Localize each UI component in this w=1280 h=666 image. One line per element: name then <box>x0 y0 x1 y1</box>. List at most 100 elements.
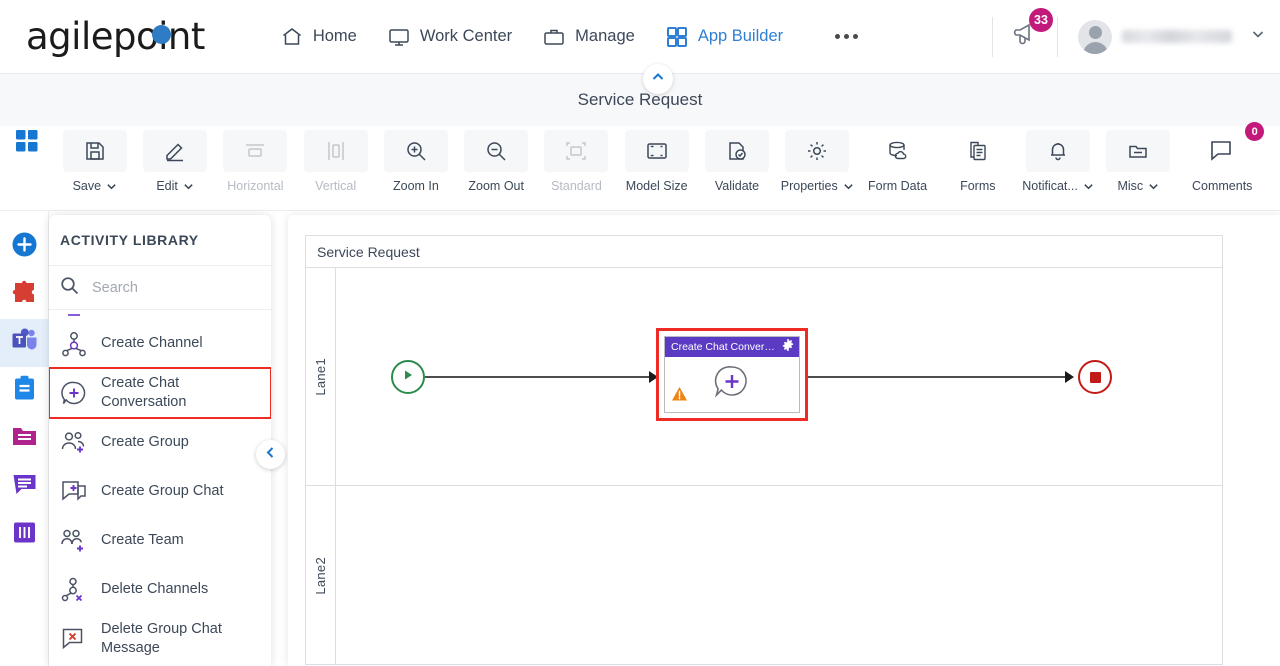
list-item-create-team[interactable]: Create Team <box>49 516 271 565</box>
zoom-out-icon <box>464 130 529 172</box>
toolbar-misc-button[interactable]: Misc <box>1098 126 1178 201</box>
lane-2[interactable]: Lane2 <box>306 486 1222 665</box>
lane-2-label-cell: Lane2 <box>306 486 336 665</box>
activity-create-chat-conversation[interactable]: Create Chat Conversa... <box>664 336 800 413</box>
logo-text: agilepoint <box>26 15 205 58</box>
toolbar-zoom-in-button[interactable]: Zoom In <box>376 126 456 201</box>
announcements-button[interactable]: 33 <box>1009 8 1053 54</box>
channel-delete-icon <box>60 576 88 604</box>
toolbar-comments-label: Comments <box>1192 179 1253 193</box>
toolbar-save-label: Save <box>72 179 102 193</box>
lane-1-body[interactable]: Create Chat Conversa... <box>336 268 1222 485</box>
briefcase-icon <box>542 25 566 49</box>
bell-icon <box>1026 130 1091 172</box>
list-item-delete-group-chat-message[interactable]: Delete Group Chat Message <box>49 614 271 664</box>
list-item-delete-channels-label: Delete Channels <box>101 581 209 597</box>
monitor-icon <box>387 25 411 49</box>
end-event[interactable] <box>1078 360 1112 394</box>
list-item-create-group-chat[interactable]: Create Group Chat <box>49 467 271 516</box>
nav-item-app-builder[interactable]: App Builder <box>665 25 783 49</box>
rail-item-documents[interactable] <box>0 415 49 463</box>
list-item-create-chat-conversation-label: Create Chat Conversation <box>101 375 187 410</box>
clipboard-icon <box>12 375 37 407</box>
list-item-create-chat-conversation[interactable]: Create Chat Conversation <box>49 367 271 419</box>
gear-icon <box>785 130 850 172</box>
toolbar-validate-button[interactable]: Validate <box>697 126 777 201</box>
search-input[interactable] <box>92 279 242 296</box>
nav-item-work-center[interactable]: Work Center <box>387 25 512 49</box>
agilepoint-logo[interactable]: agilepoint <box>26 15 205 58</box>
nav-item-home[interactable]: Home <box>280 25 357 49</box>
rail-item-swimlanes[interactable] <box>0 511 49 559</box>
rail-item-add-activity[interactable] <box>0 223 49 271</box>
list-item-delete-channels[interactable]: Delete Channels <box>49 565 271 614</box>
validate-icon <box>704 130 769 172</box>
sequence-flow-1[interactable] <box>425 376 655 378</box>
zoom-in-icon <box>383 130 448 172</box>
toolbar-forms-button[interactable]: Forms <box>938 126 1018 201</box>
apps-grid-icon[interactable] <box>16 130 38 157</box>
toolbar-vertical-button[interactable]: Vertical <box>296 126 376 201</box>
lane-2-body[interactable] <box>336 486 1222 665</box>
rail-item-microsoft-teams[interactable] <box>0 319 49 367</box>
lane-1-label-cell: Lane1 <box>306 268 336 485</box>
gear-icon[interactable] <box>782 338 794 356</box>
nav-item-manage[interactable]: Manage <box>542 25 635 49</box>
list-item-create-team-label: Create Team <box>101 532 184 548</box>
toolbar-horizontal-button[interactable]: Horizontal <box>215 126 295 201</box>
logo-dot <box>152 25 171 44</box>
toolbar-properties-button[interactable]: Properties <box>777 126 857 201</box>
activity-library-title: ACTIVITY LIBRARY <box>49 215 271 266</box>
vertical-align-icon <box>303 130 368 172</box>
lane-1[interactable]: Lane1 Create Chat Conversa... <box>306 268 1222 486</box>
database-cloud-icon <box>866 130 930 172</box>
list-item-partial[interactable] <box>49 310 271 319</box>
activity-library-panel: ACTIVITY LIBRARY Search Create Channel C… <box>49 215 271 666</box>
chat-plus-icon <box>60 379 88 407</box>
toolbar-forms-label: Forms <box>960 179 996 193</box>
rail-item-tasks[interactable] <box>0 367 49 415</box>
toolbar-edit-label: Edit <box>156 179 178 193</box>
chat-delete-icon <box>60 625 88 653</box>
nav-item-manage-label: Manage <box>575 27 635 45</box>
toolbar-form-data-button[interactable]: Form Data <box>857 126 937 201</box>
documents-icon <box>946 130 1010 172</box>
process-canvas[interactable]: Service Request Lane1 Create Chat Conver… <box>288 215 1280 666</box>
dot-2 <box>844 34 850 39</box>
collapse-sidebar-button[interactable] <box>256 440 285 469</box>
standard-size-icon <box>544 130 609 172</box>
toolbar-comments-button[interactable]: 0 Comments <box>1178 122 1266 201</box>
list-item-create-channel[interactable]: Create Channel <box>49 319 271 368</box>
activity-title: Create Chat Conversa... <box>671 341 775 353</box>
left-icon-rail <box>0 211 49 666</box>
list-item-create-channel-label: Create Channel <box>101 335 203 351</box>
toolbar-horizontal-label: Horizontal <box>227 179 284 193</box>
chevron-down-icon <box>184 183 193 189</box>
toolbar-zoom-out-button[interactable]: Zoom Out <box>456 126 536 201</box>
toolbar-save-button[interactable]: Save <box>55 126 135 201</box>
toolbar-edit-button[interactable]: Edit <box>135 126 215 201</box>
collapse-header-button[interactable] <box>643 64 673 94</box>
rail-item-messages[interactable] <box>0 463 49 511</box>
start-event[interactable] <box>391 360 425 394</box>
rail-item-integrations[interactable] <box>0 271 49 319</box>
toolbar-model-size-button[interactable]: Model Size <box>617 126 697 201</box>
toolbar-notifications-button[interactable]: Notificat... <box>1018 126 1098 201</box>
partial-item-icon <box>60 310 88 319</box>
team-plus-icon <box>60 527 88 555</box>
user-menu[interactable] <box>1078 19 1266 54</box>
dot-3 <box>853 34 859 39</box>
chat-plus-icon <box>711 362 753 409</box>
sequence-flow-2[interactable] <box>808 376 1071 378</box>
activity-selection-frame[interactable]: Create Chat Conversa... <box>656 328 808 421</box>
activity-body <box>665 357 799 413</box>
list-item-create-group[interactable]: Create Group <box>49 418 271 467</box>
teams-icon <box>11 328 38 358</box>
activity-list[interactable]: Create Channel Create Chat Conversation <box>49 310 271 666</box>
page-title-bar: Service Request <box>0 74 1280 126</box>
pool-service-request[interactable]: Service Request Lane1 Create Chat Conver… <box>305 235 1223 665</box>
play-icon <box>401 368 415 387</box>
toolbar-standard-button[interactable]: Standard <box>536 126 616 201</box>
nav-overflow-menu[interactable] <box>835 34 859 39</box>
group-chat-plus-icon <box>60 478 88 506</box>
